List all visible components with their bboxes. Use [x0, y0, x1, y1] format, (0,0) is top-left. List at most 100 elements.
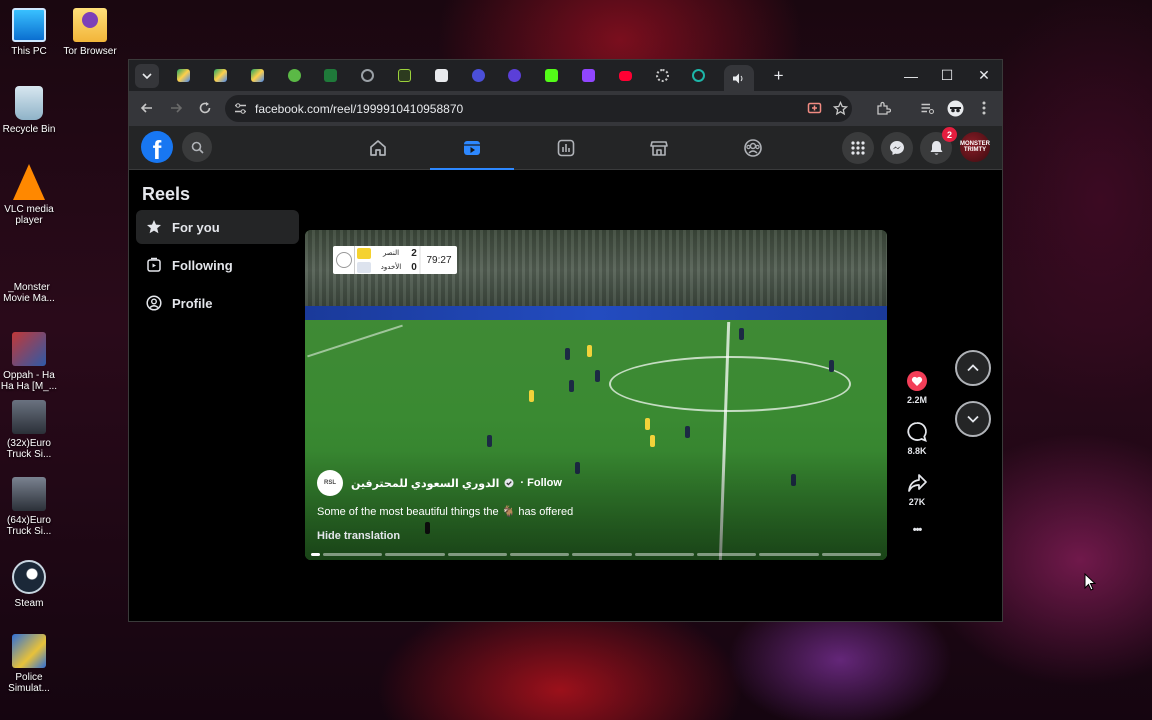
- minimize-button[interactable]: —: [893, 60, 929, 91]
- like-button[interactable]: 2.2M: [897, 370, 937, 405]
- monitor-icon: [12, 8, 46, 42]
- author-name[interactable]: الدوري السعودي للمحترفين: [351, 477, 499, 490]
- nav-tab-marketplace[interactable]: [617, 126, 701, 170]
- green-site-icon: [287, 69, 301, 82]
- desktop-icon-euro-truck-64[interactable]: (64x)Euro Truck Si...: [0, 477, 61, 537]
- follow-button[interactable]: · Follow: [520, 477, 562, 489]
- more-options-button[interactable]: •••: [897, 524, 937, 536]
- folder-icon: [73, 8, 107, 42]
- nav-tab-home[interactable]: [336, 126, 420, 170]
- desktop-icon-monster-movie[interactable]: _Monster Movie Ma...: [0, 244, 61, 304]
- notifications-button[interactable]: 2: [920, 127, 957, 164]
- facebook-search-button[interactable]: [182, 132, 212, 162]
- comment-button[interactable]: 8.8K: [897, 421, 937, 456]
- browser-menu-button[interactable]: [971, 95, 997, 121]
- player: [529, 390, 534, 402]
- kick-icon: [545, 69, 559, 82]
- sidebar-item-following[interactable]: Following: [136, 248, 299, 282]
- bell-icon: [930, 141, 942, 155]
- media-controls-button[interactable]: [914, 95, 940, 121]
- profile-menu-button[interactable]: [942, 95, 968, 121]
- messenger-button[interactable]: [881, 132, 913, 164]
- maximize-button[interactable]: ☐: [929, 60, 965, 91]
- player: [487, 435, 492, 447]
- tab-lime-site[interactable]: [393, 64, 417, 88]
- desktop-icon-this-pc[interactable]: This PC: [0, 8, 61, 57]
- address-bar[interactable]: facebook.com/reel/1999910410958870: [225, 95, 852, 122]
- hide-translation-link[interactable]: Hide translation: [317, 530, 400, 542]
- tab-drive-3[interactable]: [245, 64, 269, 88]
- steam-icon: [12, 560, 46, 594]
- author-avatar[interactable]: RSL: [317, 470, 343, 496]
- tab-blue-site-1[interactable]: [466, 64, 490, 88]
- reel-video-player[interactable]: النصر الأخدود 2 0 79:27 RSL الدوري السعو…: [305, 230, 887, 560]
- tab-search-site[interactable]: [687, 64, 711, 88]
- desktop-icon-oppah-video[interactable]: Oppah - Ha Ha Ha [M_...: [0, 332, 61, 392]
- tab-globe[interactable]: [356, 64, 380, 88]
- nav-tab-groups[interactable]: [711, 126, 795, 170]
- desktop-icon-recycle-bin[interactable]: Recycle Bin: [0, 86, 61, 135]
- blue-site-icon: [508, 69, 522, 82]
- nav-tab-dashboard[interactable]: [524, 126, 608, 170]
- close-window-button[interactable]: ✕: [966, 60, 1002, 91]
- center-circle: [609, 356, 851, 412]
- tab-kick[interactable]: [540, 64, 564, 88]
- account-avatar[interactable]: MONSTER TRIMTY: [960, 132, 990, 162]
- desktop-icon-euro-truck-32[interactable]: (32x)Euro Truck Si...: [0, 400, 61, 460]
- groups-icon: [744, 139, 762, 157]
- tab-youtube[interactable]: [613, 64, 637, 88]
- share-icon: [908, 474, 927, 492]
- ad-board: [305, 306, 887, 320]
- tab-search-dropdown[interactable]: [135, 63, 159, 88]
- desktop-icon-tor-browser[interactable]: Tor Browser: [58, 8, 122, 57]
- previous-reel-button[interactable]: [955, 350, 991, 386]
- reload-icon: [199, 102, 211, 114]
- video-file-icon: [12, 332, 46, 366]
- forward-button[interactable]: [163, 95, 189, 121]
- cast-icon[interactable]: [807, 101, 822, 116]
- next-reel-button[interactable]: [955, 401, 991, 437]
- tab-drive-1[interactable]: [172, 64, 196, 88]
- sidebar-item-profile[interactable]: Profile: [136, 286, 299, 320]
- player: [569, 380, 574, 392]
- back-button[interactable]: [134, 95, 160, 121]
- browser-toolbar: facebook.com/reel/1999910410958870: [129, 91, 1002, 126]
- truck-game-icon: [12, 400, 46, 434]
- reels-page: Reels For you Following Profile النصر ال…: [129, 170, 1002, 621]
- reel-progress-bar[interactable]: [311, 553, 881, 556]
- tab-facebook-active[interactable]: [723, 65, 754, 91]
- tab-loading[interactable]: [650, 64, 674, 88]
- notification-badge: 2: [942, 127, 957, 142]
- sidebar-item-for-you[interactable]: For you: [136, 210, 299, 244]
- drive-icon: [250, 69, 264, 82]
- facebook-logo[interactable]: f: [141, 131, 173, 163]
- truck-game-icon: [12, 477, 46, 511]
- arrow-right-icon: [171, 103, 183, 113]
- desktop-icon-vlc[interactable]: VLC media player: [0, 164, 61, 226]
- profile-icon: [146, 295, 162, 311]
- tab-twitch[interactable]: [577, 64, 601, 88]
- site-settings-icon[interactable]: [234, 102, 247, 115]
- tab-st-site[interactable]: [319, 64, 343, 88]
- home-icon: [370, 140, 386, 156]
- nav-tab-reels[interactable]: [430, 126, 514, 171]
- tab-green-site[interactable]: [282, 64, 306, 88]
- reel-author: RSL الدوري السعودي للمحترفين · Follow: [317, 470, 562, 496]
- tab-news-site[interactable]: [429, 64, 453, 88]
- st-icon: [324, 69, 338, 82]
- score-bottom: 0: [411, 261, 417, 273]
- following-icon: [147, 257, 161, 272]
- tab-blue-site-2[interactable]: [503, 64, 527, 88]
- arrow-left-icon: [140, 103, 152, 113]
- progress-segment: [759, 553, 819, 556]
- extensions-button[interactable]: [870, 95, 896, 121]
- desktop-icon-police-simulator[interactable]: Police Simulat...: [0, 634, 61, 694]
- reload-button[interactable]: [192, 95, 218, 121]
- new-tab-button[interactable]: +: [767, 64, 791, 88]
- tab-drive-2[interactable]: [209, 64, 233, 88]
- share-button[interactable]: 27K: [897, 472, 937, 507]
- player: [829, 360, 834, 372]
- menu-grid-button[interactable]: [842, 132, 874, 164]
- bookmark-star-icon[interactable]: [833, 101, 848, 116]
- desktop-icon-steam[interactable]: Steam: [0, 560, 61, 609]
